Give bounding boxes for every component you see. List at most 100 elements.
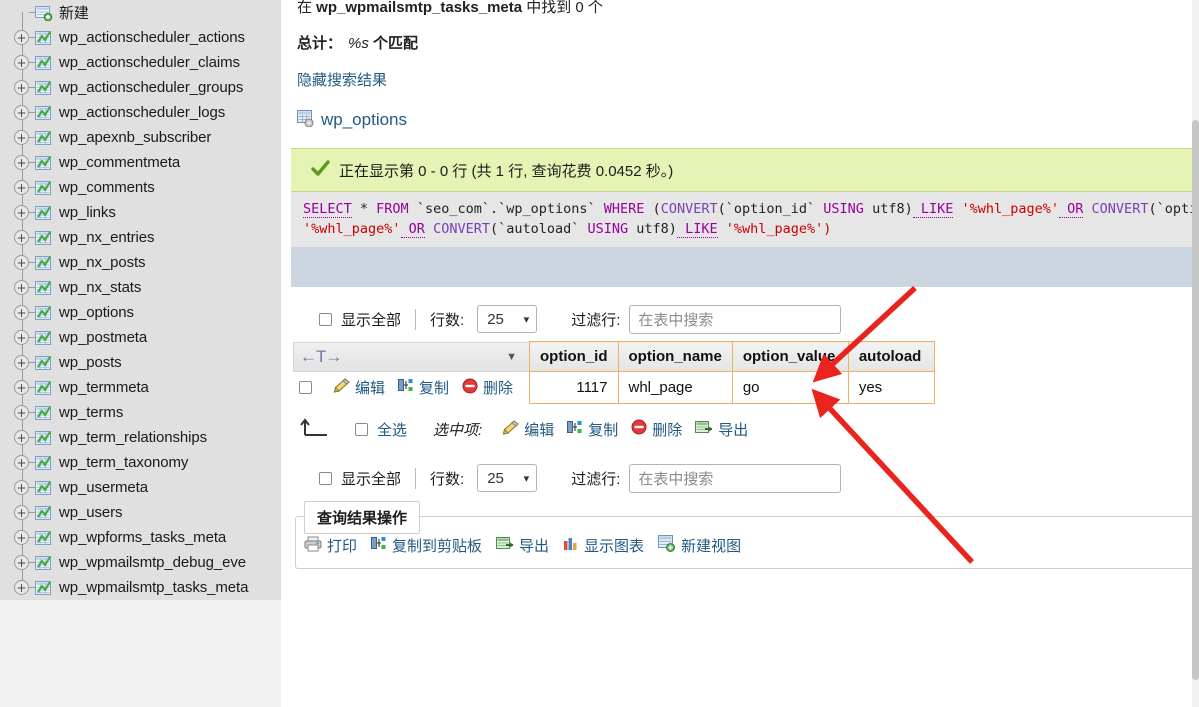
select-all-label[interactable]: 全选 <box>377 419 407 440</box>
sidebar-item-wp_apexnb_subscriber[interactable]: + wp_apexnb_subscriber <box>0 125 281 150</box>
sidebar-item-wp_actionscheduler_logs[interactable]: + wp_actionscheduler_logs <box>0 100 281 125</box>
create-view-button[interactable]: 新建视图 <box>658 535 741 556</box>
row-select-checkbox[interactable] <box>299 381 312 394</box>
show-all-checkbox-top[interactable] <box>319 312 332 326</box>
results-table-region[interactable]: ←T→ ▼ option_id option_name option_value… <box>289 341 1199 404</box>
top-table-controls[interactable]: 显示全部 行数: 25 ▾ 过滤行: 在表中搜索 <box>289 303 1199 335</box>
show-all-label-top[interactable]: 显示全部 <box>341 309 401 330</box>
options-dropdown-icon[interactable]: ▼ <box>506 351 517 363</box>
expand-toggle-icon[interactable]: + <box>14 205 29 220</box>
row-actions[interactable]: 编辑 复制 删除 <box>293 372 529 404</box>
move-columns-icon[interactable]: ←T→ <box>300 347 342 367</box>
select-all-checkbox[interactable] <box>355 422 368 436</box>
expand-toggle-icon[interactable]: + <box>14 430 29 445</box>
expand-toggle-icon[interactable]: + <box>14 280 29 295</box>
copy-row-button[interactable]: 复制 <box>398 377 449 398</box>
sidebar-item-wp_wpmailsmtp_debug_eve[interactable]: + wp_wpmailsmtp_debug_eve <box>0 550 281 575</box>
sidebar-item-label[interactable]: wp_actionscheduler_groups <box>59 79 243 96</box>
expand-toggle-icon[interactable]: + <box>14 180 29 195</box>
query-results-operations-panel[interactable]: 查询结果操作 打印 复制到剪贴板 导出 显示图表 新建视图 <box>295 501 1195 569</box>
main-content-pane[interactable]: 在 wp_wpmailsmtp_tasks_meta 中找到 0 个 总计： %s… <box>289 0 1199 707</box>
expand-toggle-icon[interactable]: + <box>14 330 29 345</box>
cell-autoload[interactable]: yes <box>847 371 935 404</box>
show-all-checkbox-bottom[interactable] <box>319 471 332 485</box>
column-header-option-id[interactable]: option_id <box>529 341 619 372</box>
expand-toggle-icon[interactable]: + <box>14 255 29 270</box>
cell-option-value[interactable]: go <box>731 371 849 404</box>
expand-toggle-icon[interactable]: + <box>14 230 29 245</box>
hide-search-results-link[interactable]: 隐藏搜索结果 <box>289 69 1199 90</box>
expand-toggle-icon[interactable]: + <box>14 55 29 70</box>
sidebar-item-wp_term_taxonomy[interactable]: + wp_term_taxonomy <box>0 450 281 475</box>
sidebar-item-label[interactable]: wp_commentmeta <box>59 154 180 171</box>
expand-toggle-icon[interactable]: + <box>14 455 29 470</box>
sidebar-item-label[interactable]: wp_posts <box>59 354 122 371</box>
print-label[interactable]: 打印 <box>327 535 357 556</box>
expand-toggle-icon[interactable]: + <box>14 155 29 170</box>
database-tree-sidebar[interactable]: 新建 + wp_actionscheduler_actions + wp_actions… <box>0 0 281 707</box>
sidebar-item-label[interactable]: wp_wpforms_tasks_meta <box>59 529 226 546</box>
sidebar-item-wp_nx_posts[interactable]: + wp_nx_posts <box>0 250 281 275</box>
sidebar-item-wp_posts[interactable]: + wp_posts <box>0 350 281 375</box>
filter-rows-input-top[interactable]: 在表中搜索 <box>629 304 842 334</box>
sidebar-item-label[interactable]: wp_nx_stats <box>59 279 141 296</box>
sidebar-item-wp_postmeta[interactable]: + wp_postmeta <box>0 325 281 350</box>
expand-toggle-icon[interactable]: + <box>14 30 29 45</box>
edit-row-button[interactable]: 编辑 <box>333 377 385 398</box>
sidebar-item-wp_commentmeta[interactable]: + wp_commentmeta <box>0 150 281 175</box>
bulk-edit-button[interactable]: 编辑 <box>502 419 554 440</box>
sidebar-item-label[interactable]: wp_comments <box>59 179 155 196</box>
bottom-table-controls[interactable]: 显示全部 行数: 25 ▾ 过滤行: 在表中搜索 <box>289 462 1199 494</box>
sidebar-item-label[interactable]: wp_nx_posts <box>59 254 146 271</box>
bulk-export-label[interactable]: 导出 <box>718 419 748 440</box>
sidebar-item-label[interactable]: wp_term_relationships <box>59 429 207 446</box>
rows-per-page-select-top[interactable]: 25 ▾ <box>477 305 538 333</box>
bulk-delete-button[interactable]: 删除 <box>631 419 682 440</box>
filter-rows-input-bottom[interactable]: 在表中搜索 <box>629 463 842 493</box>
bulk-export-button[interactable]: 导出 <box>695 419 748 440</box>
copy-to-clipboard-button[interactable]: 复制到剪贴板 <box>371 535 482 556</box>
table-row[interactable]: 编辑 复制 删除 1117 whl_page go yes <box>293 371 935 404</box>
sidebar-item-label[interactable]: wp_nx_entries <box>59 229 155 246</box>
expand-toggle-icon[interactable]: + <box>14 305 29 320</box>
result-table-heading[interactable]: wp_options <box>289 110 1199 130</box>
sidebar-item-wp_users[interactable]: + wp_users <box>0 500 281 525</box>
expand-toggle-icon[interactable]: + <box>14 130 29 145</box>
expand-toggle-icon[interactable]: + <box>14 380 29 395</box>
sidebar-item-label[interactable]: wp_options <box>59 304 134 321</box>
sidebar-item-wp_term_relationships[interactable]: + wp_term_relationships <box>0 425 281 450</box>
sidebar-item-wp_options[interactable]: + wp_options <box>0 300 281 325</box>
expand-toggle-icon[interactable]: + <box>14 105 29 120</box>
bulk-actions-row[interactable]: 全选 选中项: 编辑 复制 删除 导出 <box>289 414 1199 444</box>
expand-toggle-icon[interactable]: + <box>14 405 29 420</box>
create-view-label[interactable]: 新建视图 <box>681 535 741 556</box>
bulk-delete-label[interactable]: 删除 <box>652 419 682 440</box>
show-all-label-bottom[interactable]: 显示全部 <box>341 468 401 489</box>
sidebar-item-wp_wpmailsmtp_tasks_meta[interactable]: + wp_wpmailsmtp_tasks_meta <box>0 575 281 600</box>
sidebar-item-label[interactable]: wp_wpmailsmtp_debug_eve <box>59 554 246 571</box>
results-table[interactable]: ←T→ ▼ option_id option_name option_value… <box>293 341 935 404</box>
sidebar-item-label[interactable]: wp_termmeta <box>59 379 149 396</box>
copy-to-clipboard-label[interactable]: 复制到剪贴板 <box>392 535 482 556</box>
bulk-edit-label[interactable]: 编辑 <box>524 419 554 440</box>
sidebar-item-wp_actionscheduler_actions[interactable]: + wp_actionscheduler_actions <box>0 25 281 50</box>
sidebar-item-label[interactable]: wp_wpmailsmtp_tasks_meta <box>59 579 248 596</box>
column-header-option-value[interactable]: option_value <box>731 341 849 372</box>
sidebar-item-label[interactable]: wp_term_taxonomy <box>59 454 188 471</box>
display-chart-label[interactable]: 显示图表 <box>584 535 644 556</box>
sidebar-item-label[interactable]: wp_links <box>59 204 116 221</box>
sidebar-item-new[interactable]: 新建 <box>0 0 281 25</box>
sidebar-item-label[interactable]: wp_users <box>59 504 123 521</box>
sidebar-item-label[interactable]: 新建 <box>59 2 89 23</box>
sidebar-item-wp_nx_entries[interactable]: + wp_nx_entries <box>0 225 281 250</box>
print-button[interactable]: 打印 <box>304 535 357 556</box>
sidebar-item-wp_nx_stats[interactable]: + wp_nx_stats <box>0 275 281 300</box>
sort-bar[interactable]: ←T→ ▼ <box>293 341 529 372</box>
bulk-copy-label[interactable]: 复制 <box>588 419 618 440</box>
main-scrollbar-thumb[interactable] <box>1192 120 1199 680</box>
delete-row-button[interactable]: 删除 <box>462 377 513 398</box>
cell-option-id[interactable]: 1117 <box>529 371 619 404</box>
delete-row-label[interactable]: 删除 <box>483 377 513 398</box>
sidebar-item-label[interactable]: wp_usermeta <box>59 479 148 496</box>
export-label[interactable]: 导出 <box>519 535 549 556</box>
